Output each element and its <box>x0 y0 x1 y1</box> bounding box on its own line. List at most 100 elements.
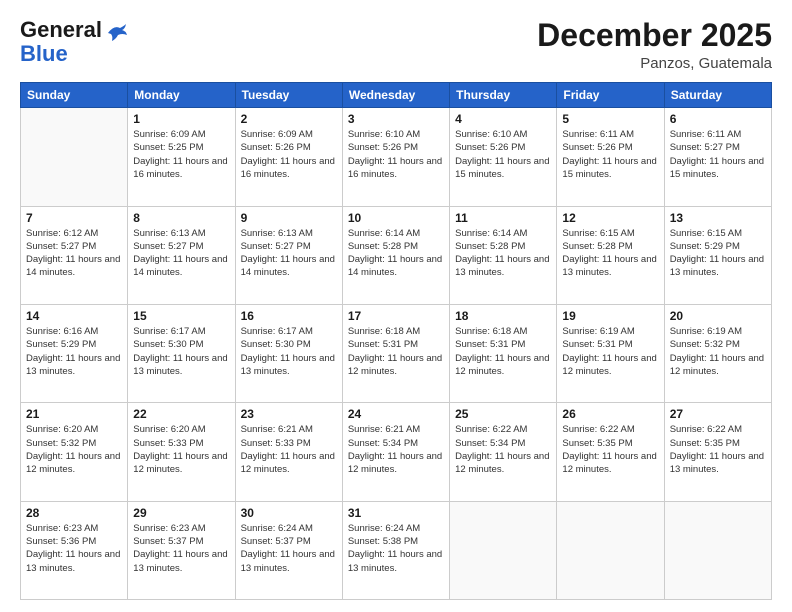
sunset-text: Sunset: 5:33 PM <box>241 438 311 449</box>
day-info: Sunrise: 6:11 AM Sunset: 5:27 PM Dayligh… <box>670 128 766 181</box>
day-info: Sunrise: 6:22 AM Sunset: 5:35 PM Dayligh… <box>670 423 766 476</box>
day-number: 28 <box>26 506 122 520</box>
daylight-text: Daylight: 11 hours and 13 minutes. <box>241 353 335 377</box>
daylight-text: Daylight: 11 hours and 16 minutes. <box>133 156 227 180</box>
day-info: Sunrise: 6:20 AM Sunset: 5:33 PM Dayligh… <box>133 423 229 476</box>
sunset-text: Sunset: 5:27 PM <box>133 241 203 252</box>
page: General Blue December 2025 Panzos, Guate… <box>0 0 792 612</box>
day-info: Sunrise: 6:21 AM Sunset: 5:34 PM Dayligh… <box>348 423 444 476</box>
day-info: Sunrise: 6:17 AM Sunset: 5:30 PM Dayligh… <box>133 325 229 378</box>
table-row: 14 Sunrise: 6:16 AM Sunset: 5:29 PM Dayl… <box>21 304 128 402</box>
calendar-header-row: Sunday Monday Tuesday Wednesday Thursday… <box>21 83 772 108</box>
table-row: 28 Sunrise: 6:23 AM Sunset: 5:36 PM Dayl… <box>21 501 128 599</box>
day-number: 17 <box>348 309 444 323</box>
table-row: 17 Sunrise: 6:18 AM Sunset: 5:31 PM Dayl… <box>342 304 449 402</box>
daylight-text: Daylight: 11 hours and 12 minutes. <box>348 353 442 377</box>
daylight-text: Daylight: 11 hours and 12 minutes. <box>241 451 335 475</box>
table-row: 18 Sunrise: 6:18 AM Sunset: 5:31 PM Dayl… <box>450 304 557 402</box>
sunrise-text: Sunrise: 6:15 AM <box>562 228 634 239</box>
sunrise-text: Sunrise: 6:16 AM <box>26 326 98 337</box>
sunrise-text: Sunrise: 6:20 AM <box>133 424 205 435</box>
location: Panzos, Guatemala <box>537 55 772 72</box>
day-info: Sunrise: 6:14 AM Sunset: 5:28 PM Dayligh… <box>348 227 444 280</box>
daylight-text: Daylight: 11 hours and 13 minutes. <box>562 254 656 278</box>
logo: General Blue <box>20 18 128 66</box>
daylight-text: Daylight: 11 hours and 14 minutes. <box>133 254 227 278</box>
day-number: 25 <box>455 407 551 421</box>
sunset-text: Sunset: 5:34 PM <box>455 438 525 449</box>
daylight-text: Daylight: 11 hours and 13 minutes. <box>241 549 335 573</box>
day-number: 4 <box>455 112 551 126</box>
sunrise-text: Sunrise: 6:09 AM <box>241 129 313 140</box>
logo-text: General Blue <box>20 18 102 66</box>
sunrise-text: Sunrise: 6:10 AM <box>348 129 420 140</box>
daylight-text: Daylight: 11 hours and 12 minutes. <box>133 451 227 475</box>
sunrise-text: Sunrise: 6:17 AM <box>241 326 313 337</box>
sunset-text: Sunset: 5:27 PM <box>670 142 740 153</box>
sunset-text: Sunset: 5:35 PM <box>670 438 740 449</box>
calendar-week-row: 1 Sunrise: 6:09 AM Sunset: 5:25 PM Dayli… <box>21 108 772 206</box>
daylight-text: Daylight: 11 hours and 12 minutes. <box>670 353 764 377</box>
daylight-text: Daylight: 11 hours and 13 minutes. <box>670 254 764 278</box>
day-number: 15 <box>133 309 229 323</box>
table-row <box>450 501 557 599</box>
day-info: Sunrise: 6:19 AM Sunset: 5:31 PM Dayligh… <box>562 325 658 378</box>
sunrise-text: Sunrise: 6:13 AM <box>241 228 313 239</box>
sunrise-text: Sunrise: 6:23 AM <box>133 523 205 534</box>
day-info: Sunrise: 6:19 AM Sunset: 5:32 PM Dayligh… <box>670 325 766 378</box>
table-row: 1 Sunrise: 6:09 AM Sunset: 5:25 PM Dayli… <box>128 108 235 206</box>
daylight-text: Daylight: 11 hours and 13 minutes. <box>133 353 227 377</box>
table-row: 8 Sunrise: 6:13 AM Sunset: 5:27 PM Dayli… <box>128 206 235 304</box>
table-row: 2 Sunrise: 6:09 AM Sunset: 5:26 PM Dayli… <box>235 108 342 206</box>
sunset-text: Sunset: 5:28 PM <box>562 241 632 252</box>
table-row: 19 Sunrise: 6:19 AM Sunset: 5:31 PM Dayl… <box>557 304 664 402</box>
sunrise-text: Sunrise: 6:12 AM <box>26 228 98 239</box>
table-row: 29 Sunrise: 6:23 AM Sunset: 5:37 PM Dayl… <box>128 501 235 599</box>
sunrise-text: Sunrise: 6:11 AM <box>670 129 742 140</box>
daylight-text: Daylight: 11 hours and 13 minutes. <box>348 549 442 573</box>
col-saturday: Saturday <box>664 83 771 108</box>
table-row <box>557 501 664 599</box>
col-wednesday: Wednesday <box>342 83 449 108</box>
sunrise-text: Sunrise: 6:18 AM <box>348 326 420 337</box>
day-number: 21 <box>26 407 122 421</box>
sunrise-text: Sunrise: 6:14 AM <box>348 228 420 239</box>
sunrise-text: Sunrise: 6:10 AM <box>455 129 527 140</box>
table-row: 27 Sunrise: 6:22 AM Sunset: 5:35 PM Dayl… <box>664 403 771 501</box>
sunrise-text: Sunrise: 6:23 AM <box>26 523 98 534</box>
table-row: 30 Sunrise: 6:24 AM Sunset: 5:37 PM Dayl… <box>235 501 342 599</box>
day-number: 31 <box>348 506 444 520</box>
sunset-text: Sunset: 5:30 PM <box>133 339 203 350</box>
table-row: 7 Sunrise: 6:12 AM Sunset: 5:27 PM Dayli… <box>21 206 128 304</box>
table-row: 25 Sunrise: 6:22 AM Sunset: 5:34 PM Dayl… <box>450 403 557 501</box>
day-number: 10 <box>348 211 444 225</box>
col-monday: Monday <box>128 83 235 108</box>
table-row: 23 Sunrise: 6:21 AM Sunset: 5:33 PM Dayl… <box>235 403 342 501</box>
sunset-text: Sunset: 5:32 PM <box>670 339 740 350</box>
table-row: 13 Sunrise: 6:15 AM Sunset: 5:29 PM Dayl… <box>664 206 771 304</box>
sunset-text: Sunset: 5:32 PM <box>26 438 96 449</box>
sunset-text: Sunset: 5:26 PM <box>562 142 632 153</box>
day-number: 1 <box>133 112 229 126</box>
sunset-text: Sunset: 5:38 PM <box>348 536 418 547</box>
day-info: Sunrise: 6:15 AM Sunset: 5:28 PM Dayligh… <box>562 227 658 280</box>
day-info: Sunrise: 6:10 AM Sunset: 5:26 PM Dayligh… <box>455 128 551 181</box>
col-thursday: Thursday <box>450 83 557 108</box>
daylight-text: Daylight: 11 hours and 15 minutes. <box>455 156 549 180</box>
day-number: 27 <box>670 407 766 421</box>
daylight-text: Daylight: 11 hours and 13 minutes. <box>26 353 120 377</box>
day-number: 20 <box>670 309 766 323</box>
header: General Blue December 2025 Panzos, Guate… <box>20 18 772 72</box>
day-number: 29 <box>133 506 229 520</box>
logo-bird-icon <box>106 23 128 43</box>
day-info: Sunrise: 6:24 AM Sunset: 5:37 PM Dayligh… <box>241 522 337 575</box>
sunrise-text: Sunrise: 6:21 AM <box>348 424 420 435</box>
sunrise-text: Sunrise: 6:21 AM <box>241 424 313 435</box>
col-sunday: Sunday <box>21 83 128 108</box>
daylight-text: Daylight: 11 hours and 13 minutes. <box>455 254 549 278</box>
day-number: 5 <box>562 112 658 126</box>
daylight-text: Daylight: 11 hours and 14 minutes. <box>241 254 335 278</box>
day-info: Sunrise: 6:15 AM Sunset: 5:29 PM Dayligh… <box>670 227 766 280</box>
table-row: 16 Sunrise: 6:17 AM Sunset: 5:30 PM Dayl… <box>235 304 342 402</box>
table-row: 5 Sunrise: 6:11 AM Sunset: 5:26 PM Dayli… <box>557 108 664 206</box>
